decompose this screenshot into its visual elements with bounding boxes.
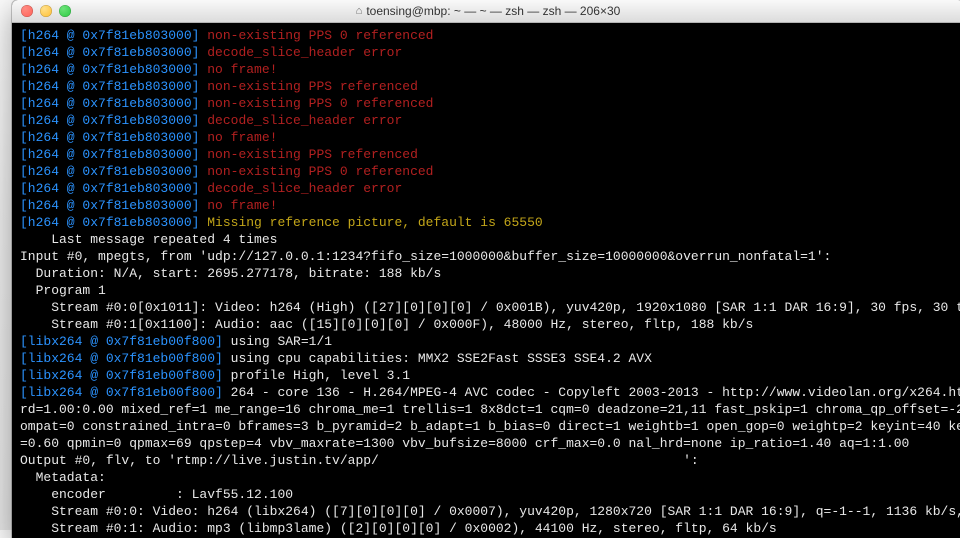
terminal-seg: [h264 @ 0x7f81eb803000]	[20, 198, 207, 213]
terminal-line: [h264 @ 0x7f81eb803000] non-existing PPS…	[20, 78, 956, 95]
terminal-line: [h264 @ 0x7f81eb803000] no frame!	[20, 197, 956, 214]
titlebar: ⌂ toensing@mbp: ~ — ~ — zsh — zsh — 206×…	[12, 0, 960, 23]
terminal-seg: [h264 @ 0x7f81eb803000]	[20, 181, 207, 196]
terminal-seg: non-existing PPS 0 referenced	[207, 28, 433, 43]
terminal-line: [libx264 @ 0x7f81eb00f800] 264 - core 13…	[20, 384, 956, 401]
terminal-seg: no frame!	[207, 62, 277, 77]
terminal-seg: [h264 @ 0x7f81eb803000]	[20, 28, 207, 43]
zoom-icon[interactable]	[59, 5, 71, 17]
terminal-seg: Output #0, flv, to 'rtmp://live.justin.t…	[20, 453, 699, 468]
terminal-line: Stream #0:0[0x1011]: Video: h264 (High) …	[20, 299, 956, 316]
terminal-seg: [libx264 @ 0x7f81eb00f800]	[20, 385, 231, 400]
terminal-seg: Stream #0:1[0x1100]: Audio: aac ([15][0]…	[20, 317, 753, 332]
terminal-seg: decode_slice_header error	[207, 45, 402, 60]
terminal-line: Stream #0:1: Audio: mp3 (libmp3lame) ([2…	[20, 520, 956, 537]
terminal-seg: using SAR=1/1	[231, 334, 332, 349]
terminal-line: [h264 @ 0x7f81eb803000] decode_slice_hea…	[20, 180, 956, 197]
terminal-seg: 264 - core 136 - H.264/MPEG-4 AVC codec …	[231, 385, 960, 400]
terminal-seg: Stream #0:0[0x1011]: Video: h264 (High) …	[20, 300, 960, 315]
home-icon: ⌂	[356, 5, 363, 17]
window-title: ⌂ toensing@mbp: ~ — ~ — zsh — zsh — 206×…	[12, 4, 960, 18]
terminal-seg: Stream #0:1: Audio: mp3 (libmp3lame) ([2…	[20, 521, 777, 536]
terminal-seg: profile High, level 3.1	[231, 368, 410, 383]
terminal-seg: [libx264 @ 0x7f81eb00f800]	[20, 351, 231, 366]
terminal-seg: [libx264 @ 0x7f81eb00f800]	[20, 368, 231, 383]
terminal-seg: [h264 @ 0x7f81eb803000]	[20, 147, 207, 162]
terminal-seg: ompat=0 constrained_intra=0 bframes=3 b_…	[20, 419, 960, 434]
terminal-line: [h264 @ 0x7f81eb803000] non-existing PPS…	[20, 27, 956, 44]
terminal-seg: Metadata:	[20, 470, 106, 485]
terminal-line: Stream #0:1[0x1100]: Audio: aac ([15][0]…	[20, 316, 956, 333]
terminal-seg: decode_slice_header error	[207, 181, 402, 196]
terminal-line: encoder : Lavf55.12.100	[20, 486, 956, 503]
terminal-line: [h264 @ 0x7f81eb803000] decode_slice_hea…	[20, 44, 956, 61]
terminal-line: [libx264 @ 0x7f81eb00f800] profile High,…	[20, 367, 956, 384]
terminal-seg: Input #0, mpegts, from 'udp://127.0.0.1:…	[20, 249, 831, 264]
terminal-seg: [h264 @ 0x7f81eb803000]	[20, 45, 207, 60]
terminal-seg: [h264 @ 0x7f81eb803000]	[20, 164, 207, 179]
terminal-seg: using cpu capabilities: MMX2 SSE2Fast SS…	[231, 351, 652, 366]
terminal-line: Last message repeated 4 times	[20, 231, 956, 248]
terminal-seg: non-existing PPS 0 referenced	[207, 164, 433, 179]
terminal-seg: encoder : Lavf55.12.100	[20, 487, 293, 502]
terminal-line: Program 1	[20, 282, 956, 299]
terminal-line: ompat=0 constrained_intra=0 bframes=3 b_…	[20, 418, 956, 435]
terminal-line: [h264 @ 0x7f81eb803000] non-existing PPS…	[20, 163, 956, 180]
minimize-icon[interactable]	[40, 5, 52, 17]
window-title-text: toensing@mbp: ~ — ~ — zsh — zsh — 206×30	[366, 4, 620, 18]
terminal-line: [h264 @ 0x7f81eb803000] non-existing PPS…	[20, 146, 956, 163]
terminal-seg: [h264 @ 0x7f81eb803000]	[20, 130, 207, 145]
terminal-seg: Last message repeated 4 times	[20, 232, 277, 247]
terminal-line: Duration: N/A, start: 2695.277178, bitra…	[20, 265, 956, 282]
terminal-output[interactable]: [h264 @ 0x7f81eb803000] non-existing PPS…	[12, 23, 960, 538]
terminal-seg: no frame!	[207, 198, 277, 213]
terminal-seg: [h264 @ 0x7f81eb803000]	[20, 96, 207, 111]
terminal-seg: [h264 @ 0x7f81eb803000]	[20, 113, 207, 128]
terminal-line: Stream #0:0: Video: h264 (libx264) ([7][…	[20, 503, 956, 520]
terminal-line: [libx264 @ 0x7f81eb00f800] using SAR=1/1	[20, 333, 956, 350]
terminal-line: [h264 @ 0x7f81eb803000] no frame!	[20, 61, 956, 78]
terminal-seg: =0.60 qpmin=0 qpmax=69 qpstep=4 vbv_maxr…	[20, 436, 909, 451]
terminal-line: [h264 @ 0x7f81eb803000] decode_slice_hea…	[20, 112, 956, 129]
terminal-seg: rd=1.00:0.00 mixed_ref=1 me_range=16 chr…	[20, 402, 960, 417]
terminal-seg: no frame!	[207, 130, 277, 145]
terminal-line: Output #0, flv, to 'rtmp://live.justin.t…	[20, 452, 956, 469]
terminal-seg: Missing reference picture, default is 65…	[207, 215, 542, 230]
terminal-seg: Stream #0:0: Video: h264 (libx264) ([7][…	[20, 504, 960, 519]
terminal-seg: non-existing PPS referenced	[207, 79, 418, 94]
terminal-seg: [h264 @ 0x7f81eb803000]	[20, 62, 207, 77]
terminal-line: =0.60 qpmin=0 qpmax=69 qpstep=4 vbv_maxr…	[20, 435, 956, 452]
terminal-seg: Duration: N/A, start: 2695.277178, bitra…	[20, 266, 441, 281]
terminal-seg: non-existing PPS 0 referenced	[207, 96, 433, 111]
terminal-line: [h264 @ 0x7f81eb803000] Missing referenc…	[20, 214, 956, 231]
terminal-seg: decode_slice_header error	[207, 113, 402, 128]
terminal-seg: [h264 @ 0x7f81eb803000]	[20, 215, 207, 230]
terminal-seg: [libx264 @ 0x7f81eb00f800]	[20, 334, 231, 349]
terminal-seg: [h264 @ 0x7f81eb803000]	[20, 79, 207, 94]
window-controls	[21, 5, 71, 17]
terminal-window: ⌂ toensing@mbp: ~ — ~ — zsh — zsh — 206×…	[12, 0, 960, 538]
terminal-line: rd=1.00:0.00 mixed_ref=1 me_range=16 chr…	[20, 401, 956, 418]
terminal-line: Input #0, mpegts, from 'udp://127.0.0.1:…	[20, 248, 956, 265]
terminal-line: [h264 @ 0x7f81eb803000] non-existing PPS…	[20, 95, 956, 112]
terminal-seg: Program 1	[20, 283, 106, 298]
terminal-line: [libx264 @ 0x7f81eb00f800] using cpu cap…	[20, 350, 956, 367]
close-icon[interactable]	[21, 5, 33, 17]
terminal-seg: non-existing PPS referenced	[207, 147, 418, 162]
terminal-line: Metadata:	[20, 469, 956, 486]
terminal-line: [h264 @ 0x7f81eb803000] no frame!	[20, 129, 956, 146]
